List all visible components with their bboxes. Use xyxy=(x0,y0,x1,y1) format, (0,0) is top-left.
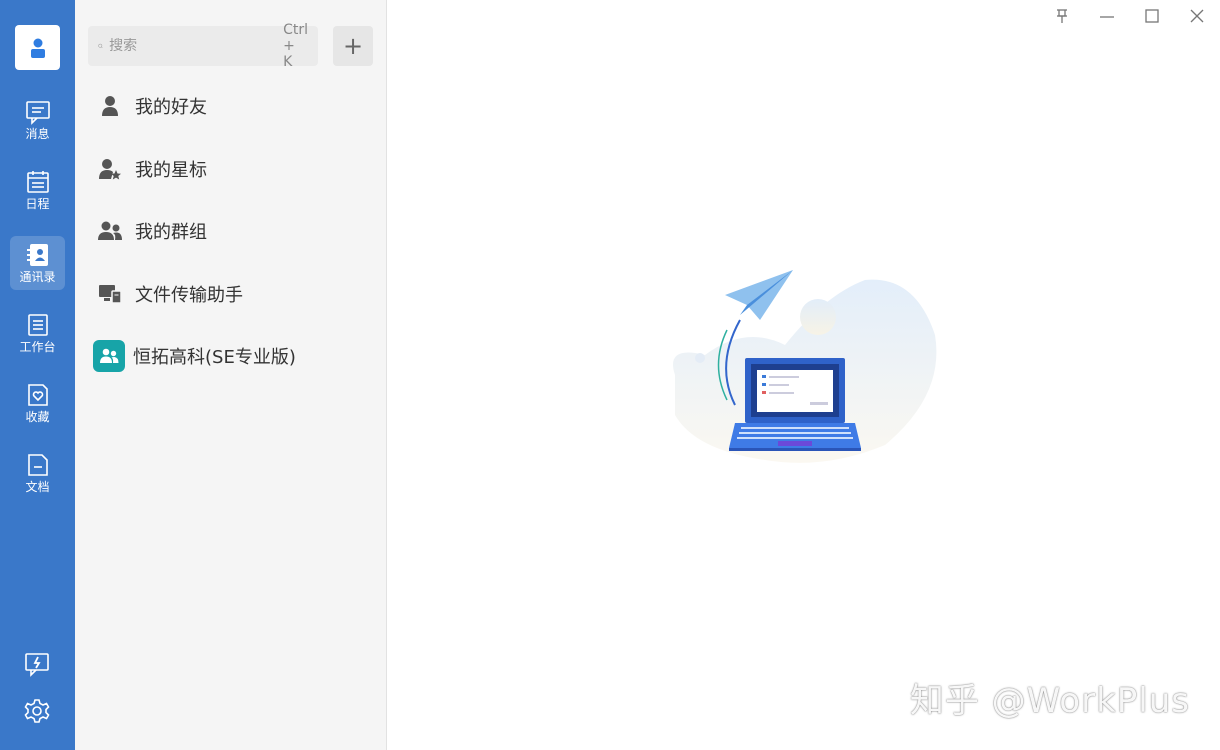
search-input[interactable] xyxy=(109,38,284,54)
close-button[interactable] xyxy=(1186,5,1208,27)
pin-icon xyxy=(1057,9,1067,23)
document-icon xyxy=(27,454,48,476)
favorites-icon xyxy=(27,384,48,406)
nav-item-documents[interactable]: 文档 xyxy=(10,446,65,500)
nav-label: 消息 xyxy=(25,127,50,141)
maximize-button[interactable] xyxy=(1141,5,1163,27)
list-item-friends[interactable]: 我的好友 xyxy=(93,86,373,126)
search-box[interactable]: Ctrl + K xyxy=(88,22,318,70)
group-icon xyxy=(93,214,127,248)
gear-icon xyxy=(24,699,50,723)
nav-item-workbench[interactable]: 工作台 xyxy=(10,306,65,360)
nav-label: 文档 xyxy=(25,480,50,494)
settings-button[interactable] xyxy=(22,696,52,726)
list-item-starred[interactable]: 我的星标 xyxy=(93,149,373,189)
list-item-label: 我的好友 xyxy=(135,97,207,118)
user-avatar-icon xyxy=(30,38,45,58)
watermark: 知乎 @WorkPlus xyxy=(909,681,1190,721)
file-transfer-icon xyxy=(93,277,127,311)
message-icon xyxy=(25,101,50,125)
nav-label: 收藏 xyxy=(25,410,50,424)
avatar[interactable] xyxy=(15,25,60,70)
nav-rail: 消息 日程 通讯录 工作台 收藏 文档 xyxy=(0,0,75,750)
workbench-icon xyxy=(27,314,48,336)
list-item-label: 文件传输助手 xyxy=(135,285,243,306)
nav-item-contacts[interactable]: 通讯录 xyxy=(10,236,65,290)
add-button[interactable]: + xyxy=(333,26,373,66)
minimize-icon xyxy=(1100,16,1114,18)
list-item-label: 我的群组 xyxy=(135,222,207,243)
nav-label: 日程 xyxy=(25,197,50,211)
empty-state-illustration xyxy=(673,270,937,463)
search-shortcut-hint: Ctrl + K xyxy=(283,22,308,70)
organization-icon xyxy=(93,340,125,372)
feedback-button[interactable] xyxy=(22,649,52,679)
nav-item-favorites[interactable]: 收藏 xyxy=(10,376,65,430)
list-item-label: 恒拓高科(SE专业版) xyxy=(133,347,296,368)
list-item-organization[interactable]: 恒拓高科(SE专业版) xyxy=(93,336,373,376)
list-item-file-transfer[interactable]: 文件传输助手 xyxy=(93,274,373,314)
close-icon xyxy=(1190,9,1204,23)
feedback-icon xyxy=(25,653,49,677)
list-item-groups[interactable]: 我的群组 xyxy=(93,211,373,251)
minimize-button[interactable] xyxy=(1096,5,1118,27)
nav-label: 通讯录 xyxy=(19,270,56,284)
pin-button[interactable] xyxy=(1051,5,1073,27)
nav-label: 工作台 xyxy=(19,340,56,354)
nav-item-messages[interactable]: 消息 xyxy=(10,93,65,147)
nav-item-calendar[interactable]: 日程 xyxy=(10,163,65,217)
contacts-panel: Ctrl + K + 我的好友 我的星标 我的群组 文件传输助手 恒拓高科(SE… xyxy=(75,0,387,750)
maximize-icon xyxy=(1145,9,1159,23)
starred-person-icon xyxy=(93,152,127,186)
list-item-label: 我的星标 xyxy=(135,160,207,181)
calendar-icon xyxy=(26,171,49,193)
plus-icon: + xyxy=(342,32,364,60)
contacts-icon xyxy=(26,244,48,266)
search-icon xyxy=(98,43,103,49)
person-icon xyxy=(93,89,127,123)
